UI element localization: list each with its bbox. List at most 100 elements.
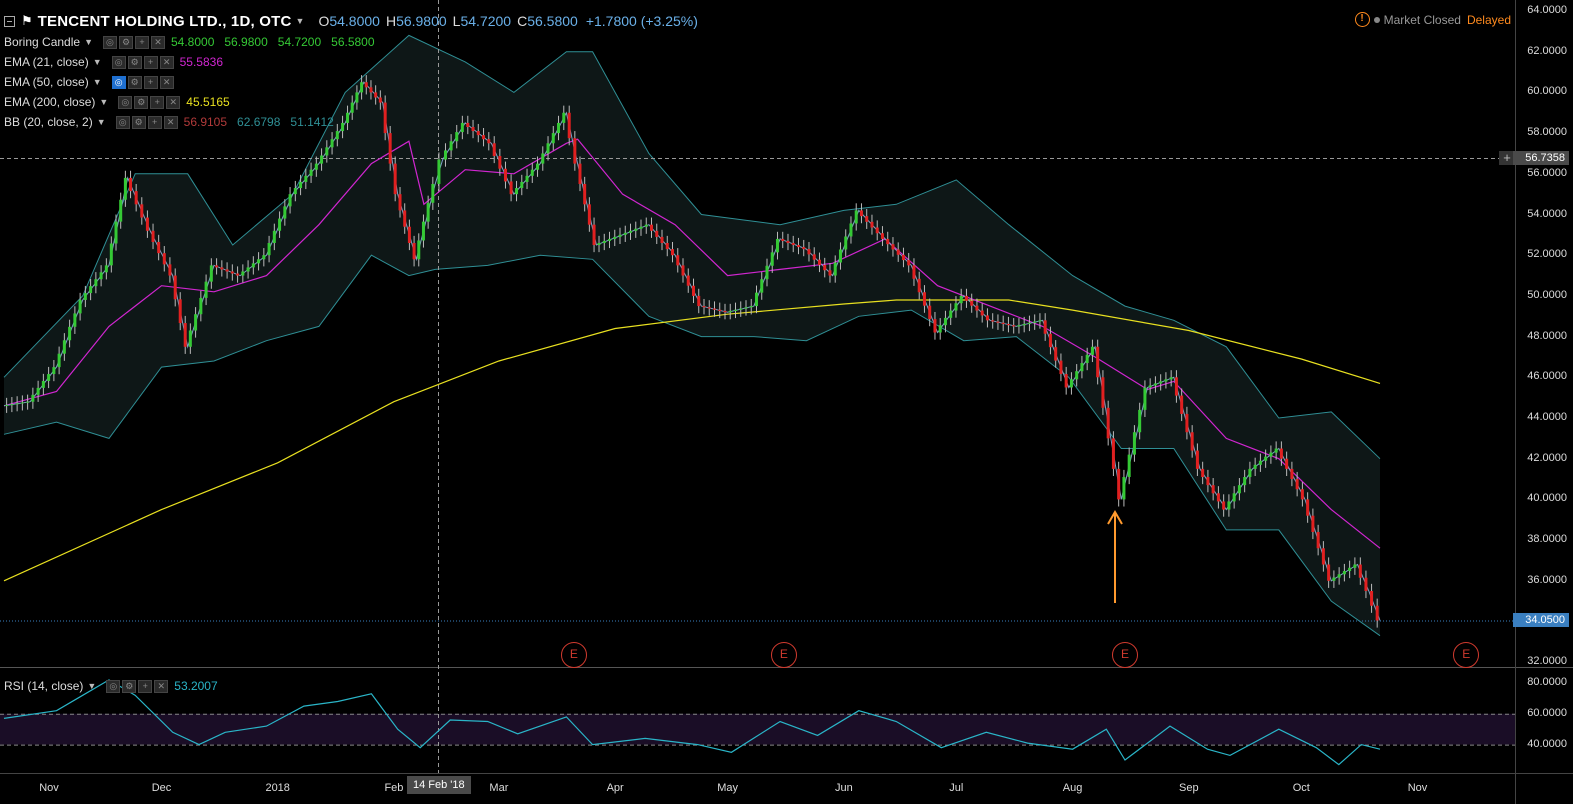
chevron-down-icon[interactable]: ▼ bbox=[93, 77, 102, 87]
indicator-row[interactable]: Boring Candle ▼ ◎ ⚙ + ✕ 54.8000 56.9800 54.7200 5… bbox=[4, 32, 698, 52]
gear-icon[interactable]: ⚙ bbox=[134, 95, 149, 109]
candle-body bbox=[134, 191, 138, 205]
close-icon[interactable]: ✕ bbox=[159, 55, 174, 69]
indicator-row[interactable]: EMA (200, close) ▼ ◎ ⚙ + ✕ 45.5165 bbox=[4, 92, 698, 112]
candle-body bbox=[1206, 477, 1210, 486]
candle-body bbox=[241, 271, 245, 276]
chevron-down-icon[interactable]: ▼ bbox=[296, 16, 305, 26]
candle-body bbox=[1337, 574, 1341, 578]
indicator-row[interactable]: EMA (21, close) ▼ ◎ ⚙ + ✕ 55.5836 bbox=[4, 52, 698, 72]
close-value: 56.5800 bbox=[527, 13, 578, 29]
candle-body bbox=[765, 265, 769, 280]
chevron-down-icon[interactable]: ▼ bbox=[97, 117, 106, 127]
close-icon[interactable]: ✕ bbox=[154, 679, 169, 693]
indicator-controls[interactable]: ◎ ⚙ + ✕ bbox=[102, 35, 165, 49]
candle-body bbox=[157, 241, 161, 254]
warning-icon[interactable]: ! bbox=[1354, 12, 1370, 27]
indicator-row[interactable]: BB (20, close, 2) ▼ ◎ ⚙ + ✕ 56.9105 62.6798 51.1… bbox=[4, 112, 698, 132]
gear-icon[interactable]: ⚙ bbox=[127, 55, 142, 69]
chevron-down-icon[interactable]: ▼ bbox=[93, 57, 102, 67]
candle-body bbox=[1180, 395, 1184, 414]
gear-icon[interactable]: ⚙ bbox=[122, 679, 137, 693]
candle-body bbox=[1043, 320, 1047, 334]
plus-icon[interactable]: + bbox=[138, 679, 153, 693]
indicator-row[interactable]: EMA (50, close) ▼ ◎ ⚙ + ✕ bbox=[4, 72, 698, 92]
eye-icon[interactable]: ◎ bbox=[118, 95, 133, 109]
candle-body bbox=[949, 310, 953, 318]
candle-body bbox=[62, 340, 66, 354]
collapse-icon[interactable] bbox=[4, 15, 15, 27]
rsi-controls[interactable]: ◎ ⚙ + ✕ bbox=[106, 679, 169, 693]
time-tick-label: 2018 bbox=[265, 782, 290, 794]
eye-icon[interactable]: ◎ bbox=[102, 35, 117, 49]
indicator-name[interactable]: EMA (50, close) bbox=[4, 75, 89, 89]
candle-body bbox=[1342, 571, 1346, 575]
plus-icon[interactable]: + bbox=[147, 115, 162, 129]
price-tick-label: 44.0000 bbox=[1527, 411, 1567, 423]
candle-body bbox=[41, 380, 45, 388]
eye-icon[interactable]: ◎ bbox=[111, 55, 126, 69]
candle-body bbox=[140, 204, 144, 218]
symbol-row[interactable]: ⚑ TENCENT HOLDING LTD., 1D, OTC ▼ O 54.80… bbox=[4, 10, 698, 32]
candle-body bbox=[697, 295, 701, 307]
indicator-value: 54.7200 bbox=[277, 35, 322, 49]
time-tick-label: Nov bbox=[39, 782, 59, 794]
candle-body bbox=[1012, 325, 1016, 327]
gear-icon[interactable]: ⚙ bbox=[127, 75, 142, 89]
candle-body bbox=[1201, 468, 1205, 478]
time-tick-label: Feb bbox=[384, 782, 404, 794]
candle-body bbox=[1027, 322, 1031, 324]
time-tick-label: Dec bbox=[151, 782, 172, 794]
candle-body bbox=[865, 216, 869, 222]
indicator-name[interactable]: BB (20, close, 2) bbox=[4, 115, 93, 129]
plus-icon[interactable]: + bbox=[150, 95, 165, 109]
candle-body bbox=[592, 224, 596, 246]
candle-body bbox=[89, 286, 93, 294]
eye-icon[interactable]: ◎ bbox=[115, 115, 130, 129]
indicator-controls[interactable]: ◎ ⚙ + ✕ bbox=[115, 115, 178, 129]
arrow-annotation[interactable] bbox=[1107, 510, 1123, 603]
candle-body bbox=[320, 155, 324, 164]
candle-body bbox=[791, 242, 795, 246]
candle-body bbox=[1169, 377, 1173, 380]
eye-icon[interactable]: ◎ bbox=[111, 75, 126, 89]
price-tick-label: 54.0000 bbox=[1527, 207, 1567, 220]
plus-icon[interactable]: + bbox=[143, 55, 158, 69]
close-icon[interactable]: ✕ bbox=[150, 35, 165, 49]
market-status[interactable]: ! Market Closed Delayed bbox=[1354, 12, 1511, 27]
indicator-controls[interactable]: ◎ ⚙ + ✕ bbox=[118, 95, 181, 109]
earnings-marker[interactable]: E bbox=[560, 642, 587, 668]
candle-body bbox=[551, 133, 555, 144]
chevron-down-icon[interactable]: ▼ bbox=[87, 681, 96, 691]
gear-icon[interactable]: ⚙ bbox=[131, 115, 146, 129]
indicator-name[interactable]: EMA (21, close) bbox=[4, 55, 89, 69]
indicator-controls[interactable]: ◎ ⚙ + ✕ bbox=[111, 55, 174, 69]
candle-body bbox=[823, 264, 827, 271]
earnings-marker[interactable]: E bbox=[1112, 642, 1139, 668]
indicator-controls[interactable]: ◎ ⚙ + ✕ bbox=[111, 75, 174, 89]
symbol-title[interactable]: TENCENT HOLDING LTD., 1D, OTC bbox=[38, 13, 292, 30]
gear-icon[interactable]: ⚙ bbox=[118, 35, 133, 49]
indicator-name[interactable]: Boring Candle bbox=[4, 35, 80, 49]
candle-body bbox=[1370, 590, 1374, 606]
candle-body bbox=[36, 387, 40, 395]
plus-icon[interactable]: + bbox=[143, 75, 158, 89]
chevron-down-icon[interactable]: ▼ bbox=[99, 97, 108, 107]
candle-body bbox=[209, 265, 213, 282]
chart-window[interactable]: ⚑ TENCENT HOLDING LTD., 1D, OTC ▼ O 54.80… bbox=[0, 0, 1573, 804]
earnings-marker[interactable]: E bbox=[770, 642, 797, 668]
eye-icon[interactable]: ◎ bbox=[106, 679, 121, 693]
close-icon[interactable]: ✕ bbox=[166, 95, 181, 109]
candle-body bbox=[1127, 454, 1131, 478]
rsi-name[interactable]: RSI (14, close) bbox=[4, 679, 83, 693]
candle-body bbox=[330, 139, 334, 148]
close-icon[interactable]: ✕ bbox=[159, 75, 174, 89]
indicator-name[interactable]: EMA (200, close) bbox=[4, 95, 95, 109]
rsi-legend[interactable]: RSI (14, close) ▼ ◎ ⚙ + ✕ 53.2007 bbox=[4, 677, 228, 695]
plus-icon[interactable]: + bbox=[134, 35, 149, 49]
indicator-value: 56.9105 bbox=[183, 115, 228, 129]
chevron-down-icon[interactable]: ▼ bbox=[84, 37, 93, 47]
candle-body bbox=[1022, 323, 1026, 326]
candle-body bbox=[388, 133, 392, 164]
close-icon[interactable]: ✕ bbox=[163, 115, 178, 129]
